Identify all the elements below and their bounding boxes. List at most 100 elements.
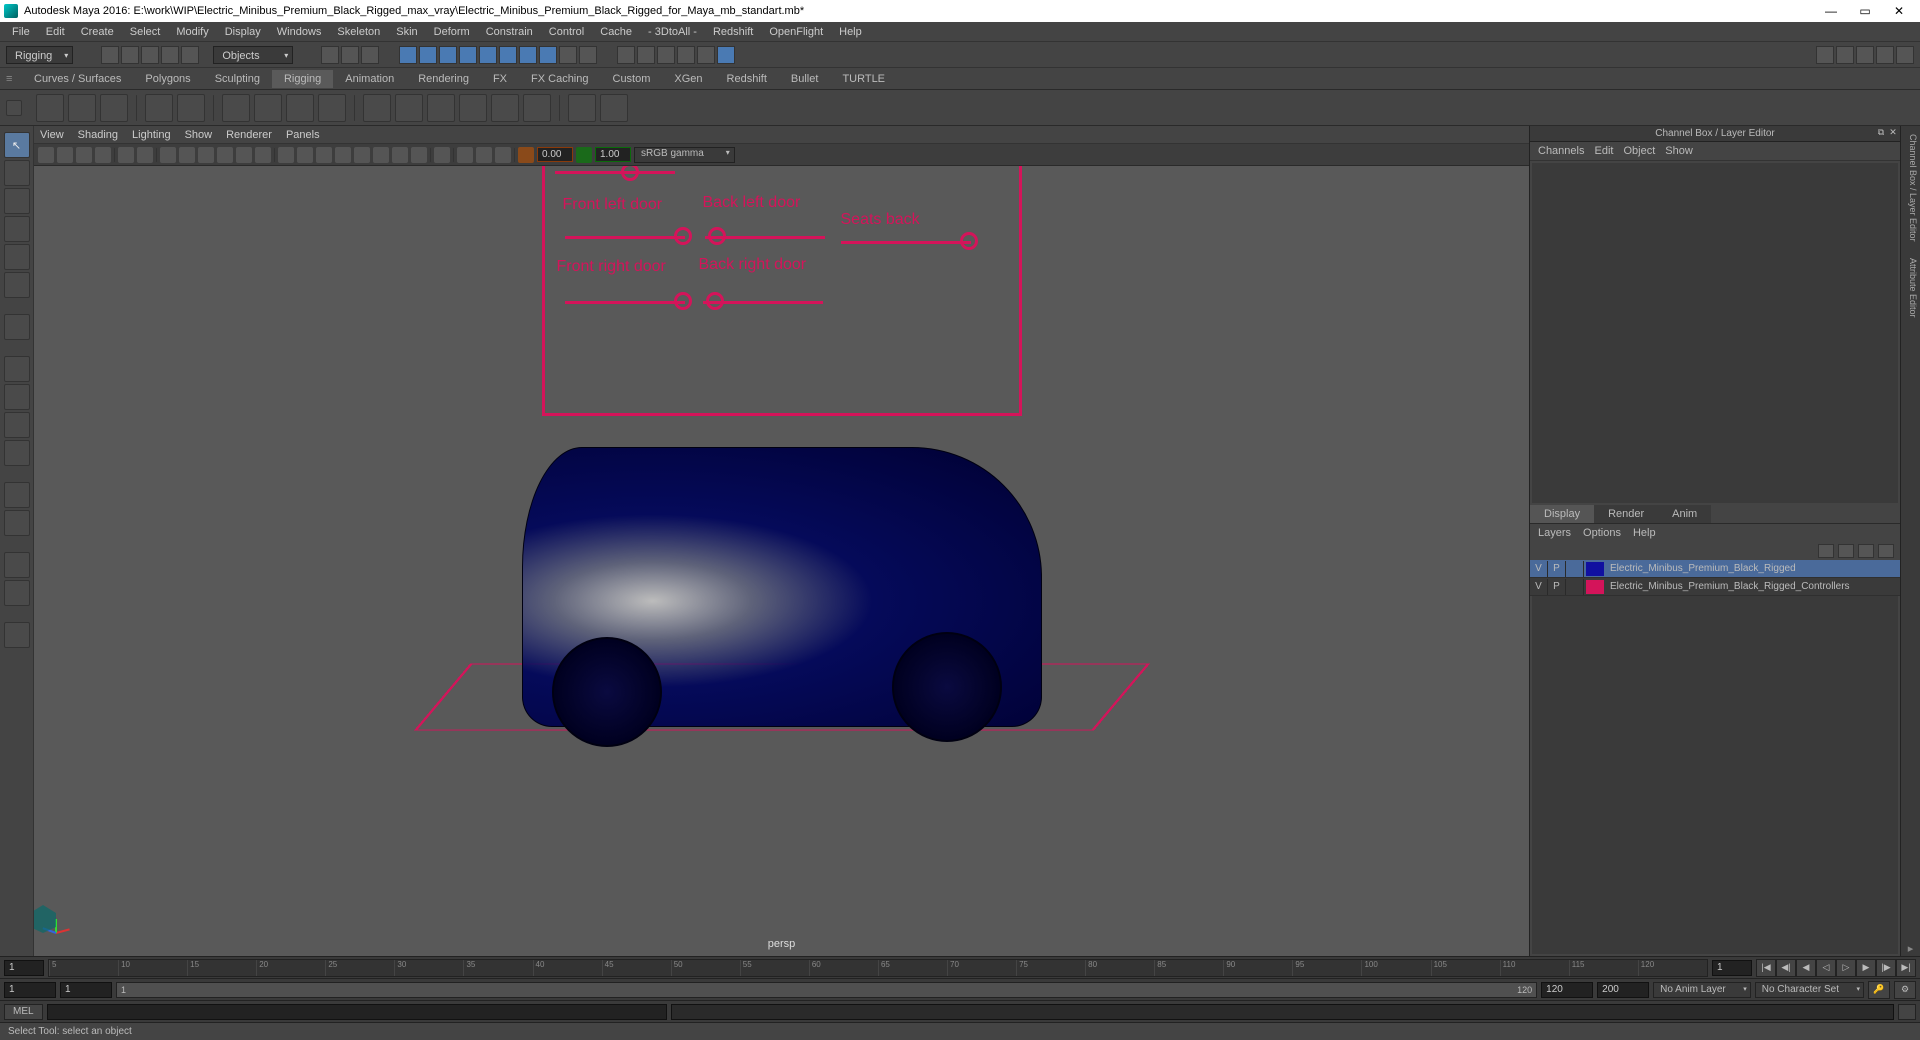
prefs-icon[interactable]: ⚙ [1894, 981, 1916, 999]
shelf-tab-turtle[interactable]: TURTLE [830, 70, 897, 88]
menu-skeleton[interactable]: Skeleton [329, 24, 388, 40]
rigging-rigid-bind-icon[interactable] [286, 94, 314, 122]
panel-menu-lighting[interactable]: Lighting [132, 129, 171, 141]
pt-lock-camera-icon[interactable] [57, 147, 73, 163]
mask-joint-icon[interactable] [419, 46, 437, 64]
layer-visibility-toggle[interactable]: V [1530, 579, 1548, 595]
shelf-add-icon[interactable] [6, 100, 22, 116]
rig-slider-br-knob[interactable] [706, 292, 724, 310]
colorspace-dropdown[interactable]: sRGB gamma [634, 147, 735, 163]
hypershade-icon[interactable] [1896, 46, 1914, 64]
undo-icon[interactable] [161, 46, 179, 64]
autokey-icon[interactable]: 🔑 [1868, 981, 1890, 999]
pt-xray-components-icon[interactable] [495, 147, 511, 163]
rigging-smooth-bind-icon[interactable] [254, 94, 282, 122]
layout-three-icon[interactable] [4, 482, 30, 508]
menu-control[interactable]: Control [541, 24, 592, 40]
shelf-tab-rendering[interactable]: Rendering [406, 70, 481, 88]
panel-menu-shading[interactable]: Shading [78, 129, 118, 141]
rigging-joint-icon[interactable] [36, 94, 64, 122]
pt-select-camera-icon[interactable] [38, 147, 54, 163]
menu-cache[interactable]: Cache [592, 24, 640, 40]
shelf-tab-sculpting[interactable]: Sculpting [203, 70, 272, 88]
pt-image-plane-icon[interactable] [95, 147, 111, 163]
layer-display-type[interactable] [1566, 579, 1584, 595]
cb-menu-object[interactable]: Object [1623, 145, 1655, 157]
snap-grid-icon[interactable] [617, 46, 635, 64]
move-tool-icon[interactable] [4, 216, 30, 242]
mask-surface-icon[interactable] [459, 46, 477, 64]
go-to-end-icon[interactable]: ▶| [1896, 959, 1916, 977]
workspace-selector[interactable]: Rigging [6, 46, 73, 64]
pt-gamma-icon[interactable] [576, 147, 592, 163]
layer-visibility-toggle[interactable]: V [1530, 561, 1548, 577]
layer-playback-toggle[interactable]: P [1548, 579, 1566, 595]
layer-tab-render[interactable]: Render [1594, 505, 1658, 523]
select-tool-icon[interactable]: ↖ [4, 132, 30, 158]
new-scene-icon[interactable] [101, 46, 119, 64]
step-forward-keyframe-icon[interactable]: |▶ [1876, 959, 1896, 977]
minimize-button[interactable]: — [1814, 0, 1848, 22]
shelf-tab-redshift[interactable]: Redshift [715, 70, 779, 88]
rigging-humanik-icon[interactable] [145, 94, 173, 122]
rigging-constraint2-icon[interactable] [600, 94, 628, 122]
pt-gate-mask-icon[interactable] [217, 147, 233, 163]
mask-misc-icon[interactable] [539, 46, 557, 64]
shelf-tab-fx-caching[interactable]: FX Caching [519, 70, 600, 88]
timeline-track[interactable]: 5101520253035404550556065707580859095100… [48, 959, 1708, 977]
menu--dtoall-[interactable]: - 3DtoAll - [640, 24, 705, 40]
layer-display-type[interactable] [1566, 561, 1584, 577]
select-by-component-icon[interactable] [361, 46, 379, 64]
last-tool-icon[interactable] [4, 314, 30, 340]
dock-attribute-editor[interactable]: Attribute Editor [1901, 250, 1920, 326]
mask-curve-icon[interactable] [439, 46, 457, 64]
rigging-ikhandle-icon[interactable] [68, 94, 96, 122]
rig-slider-top-left-knob[interactable] [621, 166, 639, 181]
rigging-constraint1-icon[interactable] [568, 94, 596, 122]
pt-xray-icon[interactable] [457, 147, 473, 163]
shelf-tab-rigging[interactable]: Rigging [272, 70, 333, 88]
cb-menu-edit[interactable]: Edit [1594, 145, 1613, 157]
step-back-keyframe-icon[interactable]: ◀| [1776, 959, 1796, 977]
pt-motion-blur-icon[interactable] [392, 147, 408, 163]
panel-menu-panels[interactable]: Panels [286, 129, 320, 141]
go-to-start-icon[interactable]: |◀ [1756, 959, 1776, 977]
layout-persp-graph-icon[interactable] [4, 552, 30, 578]
cb-undock-icon[interactable]: ⧉ [1876, 127, 1886, 137]
menu-redshift[interactable]: Redshift [705, 24, 761, 40]
mask-deformer-icon[interactable] [479, 46, 497, 64]
highlight-selection-icon[interactable] [579, 46, 597, 64]
mask-dynamic-icon[interactable] [499, 46, 517, 64]
shelf-tab-custom[interactable]: Custom [601, 70, 663, 88]
pt-ao-icon[interactable] [373, 147, 389, 163]
cb-menu-show[interactable]: Show [1665, 145, 1693, 157]
pt-grease-pencil-icon[interactable] [137, 147, 153, 163]
rigging-ikspline-icon[interactable] [100, 94, 128, 122]
pt-shadows-icon[interactable] [354, 147, 370, 163]
layer-playback-toggle[interactable]: P [1548, 561, 1566, 577]
play-forwards-icon[interactable]: ▷ [1836, 959, 1856, 977]
rig-slider-fl[interactable] [565, 236, 685, 239]
mask-render-icon[interactable] [519, 46, 537, 64]
range-start-field[interactable]: 1 [60, 982, 112, 998]
pt-textured-icon[interactable] [316, 147, 332, 163]
panel-menu-renderer[interactable]: Renderer [226, 129, 272, 141]
exposure-field[interactable]: 0.00 [537, 147, 573, 162]
rig-slider-fr[interactable] [565, 301, 685, 304]
layout-two-h-icon[interactable] [4, 412, 30, 438]
menu-edit[interactable]: Edit [38, 24, 73, 40]
cb-close-icon[interactable]: ✕ [1888, 127, 1898, 137]
rig-slider-bl-knob[interactable] [708, 227, 726, 245]
select-by-object-icon[interactable] [341, 46, 359, 64]
redo-icon[interactable] [181, 46, 199, 64]
mask-handle-icon[interactable] [399, 46, 417, 64]
character-set-dropdown[interactable]: No Character Set [1755, 982, 1864, 998]
layer-move-down-icon[interactable] [1838, 544, 1854, 558]
shelf-tab-bullet[interactable]: Bullet [779, 70, 831, 88]
open-scene-icon[interactable] [121, 46, 139, 64]
make-live-icon[interactable] [717, 46, 735, 64]
lasso-tool-icon[interactable] [4, 160, 30, 186]
rigging-paint-weights-icon[interactable] [363, 94, 391, 122]
snap-live-icon[interactable] [697, 46, 715, 64]
pt-field-chart-icon[interactable] [236, 147, 252, 163]
